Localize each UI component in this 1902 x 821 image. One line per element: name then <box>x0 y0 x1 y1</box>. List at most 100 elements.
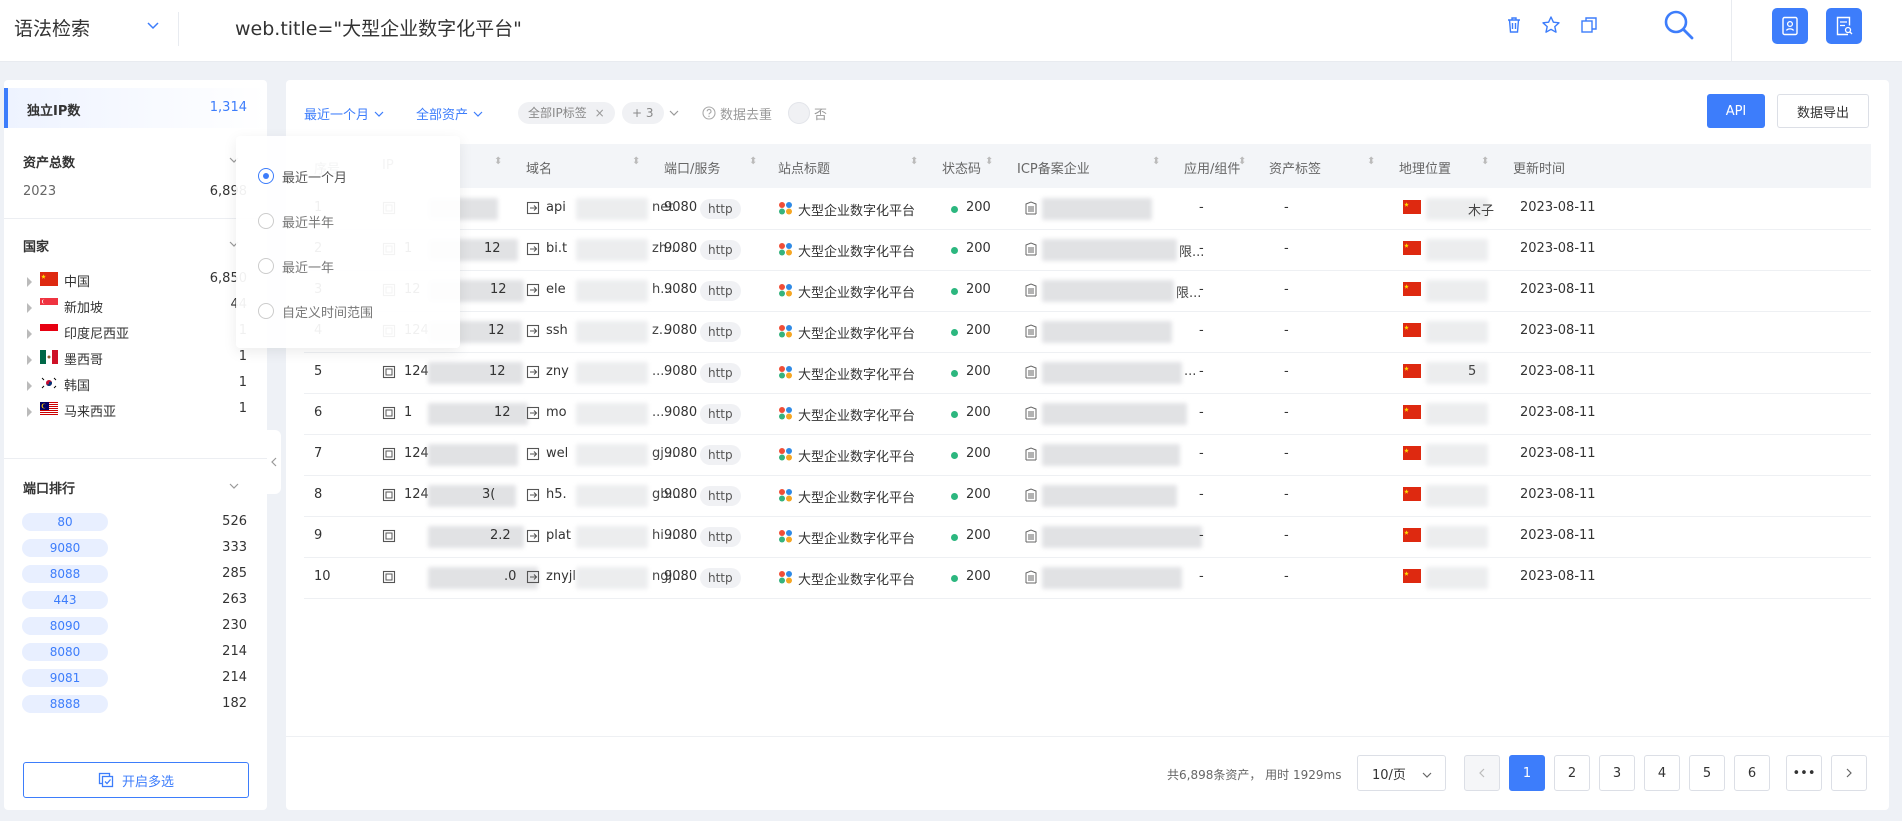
site-title[interactable]: 大型企业数字化平台 <box>798 528 915 547</box>
chevron-down-icon[interactable] <box>228 480 240 492</box>
link-icon[interactable] <box>526 488 540 502</box>
expand-icon[interactable] <box>27 303 32 313</box>
chevron-down-icon[interactable] <box>146 18 160 32</box>
port[interactable]: 9080 <box>664 282 697 297</box>
site-title[interactable]: 大型企业数字化平台 <box>798 241 915 260</box>
help-icon[interactable] <box>702 106 716 120</box>
table-row[interactable]: 31212eleh...9080http大型企业数字化平台200限...--20… <box>304 271 1871 312</box>
service-pill[interactable]: http <box>700 363 741 383</box>
sidebar-collapse-handle[interactable] <box>267 430 281 494</box>
expand-icon[interactable] <box>27 407 32 417</box>
column-resize-icon[interactable]: ⬍ <box>1481 156 1489 167</box>
service-pill[interactable]: http <box>700 486 741 506</box>
domain[interactable]: wel <box>546 446 568 461</box>
page-button[interactable]: 6 <box>1734 755 1770 791</box>
copy-icon[interactable] <box>1578 14 1600 36</box>
ip-address[interactable]: 124 <box>404 364 429 379</box>
column-resize-icon[interactable]: ⬍ <box>1367 156 1375 167</box>
page-button[interactable]: 2 <box>1554 755 1590 791</box>
star-icon[interactable] <box>1540 14 1562 36</box>
unique-ip-row[interactable]: 独立IP数 1,314 <box>4 88 267 128</box>
time-range-option[interactable]: 最近一年 <box>258 256 334 276</box>
column-header[interactable]: ICP备案企业 <box>1017 158 1090 177</box>
service-pill[interactable]: http <box>700 240 741 260</box>
port[interactable]: 9080 <box>664 528 697 543</box>
service-pill[interactable]: http <box>700 322 741 342</box>
radio-icon[interactable] <box>258 213 274 229</box>
radio-icon[interactable] <box>258 168 274 184</box>
link-icon[interactable] <box>526 529 540 543</box>
table-row[interactable]: 1apinet9080http大型企业数字化平台200--木子2023-08-1… <box>304 189 1871 230</box>
table-row[interactable]: 10.0 znyjl ngj... 9080 http 大型企业数字化平台 200- -202… <box>304 558 1871 599</box>
site-title[interactable]: 大型企业数字化平台 <box>798 323 915 342</box>
domain[interactable]: mo <box>546 405 567 420</box>
page-button[interactable]: 1 <box>1509 755 1545 791</box>
link-icon[interactable] <box>526 242 540 256</box>
domain[interactable]: api <box>546 200 566 215</box>
column-header[interactable]: 应用/组件 <box>1184 158 1240 177</box>
domain[interactable]: h5. <box>546 487 567 502</box>
time-range-option[interactable]: 最近半年 <box>258 211 334 231</box>
ip-tag-chip[interactable]: 全部IP标签 × <box>518 102 615 124</box>
site-title[interactable]: 大型企业数字化平台 <box>798 487 915 506</box>
more-tags-chip[interactable]: + 3 <box>622 102 664 124</box>
search-mode-select[interactable]: 语法检索 <box>14 14 90 41</box>
more-pages-button[interactable]: ••• <box>1786 755 1822 791</box>
port-pill[interactable]: 80 <box>22 513 108 531</box>
column-resize-icon[interactable]: ⬍ <box>1238 156 1246 167</box>
link-icon[interactable] <box>526 201 540 215</box>
service-pill[interactable]: http <box>700 445 741 465</box>
port[interactable]: 9080 <box>664 241 697 256</box>
table-row[interactable]: 412412sshz...9080http大型企业数字化平台200--2023-… <box>304 312 1871 353</box>
link-icon[interactable] <box>526 406 540 420</box>
time-range-option[interactable]: 最近一个月 <box>258 166 347 186</box>
delete-icon[interactable] <box>1503 14 1525 36</box>
column-resize-icon[interactable]: ⬍ <box>910 156 918 167</box>
site-title[interactable]: 大型企业数字化平台 <box>798 446 915 465</box>
site-title[interactable]: 大型企业数字化平台 <box>798 569 915 588</box>
column-header[interactable]: 状态码 <box>942 158 981 177</box>
ip-address[interactable]: 1 <box>404 405 412 420</box>
column-resize-icon[interactable]: ⬍ <box>749 156 757 167</box>
site-title[interactable]: 大型企业数字化平台 <box>798 282 915 301</box>
column-resize-icon[interactable]: ⬍ <box>1152 156 1160 167</box>
column-header[interactable]: 资产标签 <box>1269 158 1321 177</box>
domain[interactable]: zny <box>546 364 569 379</box>
port-pill[interactable]: 8088 <box>22 565 108 583</box>
column-header[interactable]: 站点标题 <box>778 158 830 177</box>
table-row[interactable]: 8 124 3(h5. gb... 9080 http 大型企业数字化平台 200- -2023… <box>304 476 1871 517</box>
radio-icon[interactable] <box>258 303 274 319</box>
dedupe-toggle[interactable] <box>788 102 810 124</box>
table-row[interactable]: 5 124 12 zny... 9080 http 大型企业数字化平台 200... - -5 20… <box>304 353 1871 394</box>
column-resize-icon[interactable]: ⬍ <box>985 156 993 167</box>
port[interactable]: 9080 <box>664 405 697 420</box>
domain[interactable]: ssh <box>546 323 568 338</box>
port[interactable]: 9080 <box>664 446 697 461</box>
api-button[interactable]: API <box>1707 94 1765 128</box>
page-size-select[interactable]: 10/页 <box>1357 755 1446 791</box>
port[interactable]: 9080 <box>664 200 697 215</box>
link-icon[interactable] <box>526 447 540 461</box>
page-button[interactable]: 3 <box>1599 755 1635 791</box>
table-row[interactable]: 2112bi.tzh...9080http大型企业数字化平台200限...--2… <box>304 230 1871 271</box>
country-item[interactable]: 马来西亚 1 <box>4 397 267 427</box>
service-pill[interactable]: http <box>700 568 741 588</box>
time-filter[interactable]: 最近一个月 <box>304 104 385 123</box>
link-icon[interactable] <box>526 365 540 379</box>
prev-page-button[interactable] <box>1464 755 1500 791</box>
column-header[interactable]: 域名 <box>526 158 552 177</box>
table-row[interactable]: 6 1 12 mo... 9080 http 大型企业数字化平台 200 - - 2023-08-1… <box>304 394 1871 435</box>
table-row[interactable]: 7 124 wel gj... 9080 http 大型企业数字化平台 200- -2023-0… <box>304 435 1871 476</box>
service-pill[interactable]: http <box>700 404 741 424</box>
table-row[interactable]: 9 2.2 plat hi... 9080 http 大型企业数字化平台 200- -2023-… <box>304 517 1871 558</box>
page-button[interactable]: 5 <box>1689 755 1725 791</box>
chevron-down-icon[interactable] <box>668 107 680 119</box>
report-button[interactable] <box>1826 8 1862 44</box>
expand-icon[interactable] <box>27 329 32 339</box>
port[interactable]: 9080 <box>664 323 697 338</box>
profile-card-button[interactable] <box>1772 8 1808 44</box>
site-title[interactable]: 大型企业数字化平台 <box>798 405 915 424</box>
column-resize-icon[interactable]: ⬍ <box>494 156 502 167</box>
port-pill[interactable]: 8090 <box>22 617 108 635</box>
domain[interactable]: bi.t <box>546 241 567 256</box>
